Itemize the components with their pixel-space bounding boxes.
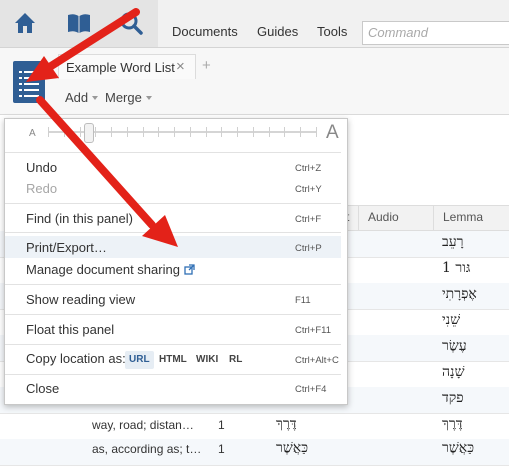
red-arrow-to-print-export [36, 96, 156, 229]
annotation-arrows [26, 8, 178, 247]
red-arrow-to-menu-button [44, 8, 140, 72]
